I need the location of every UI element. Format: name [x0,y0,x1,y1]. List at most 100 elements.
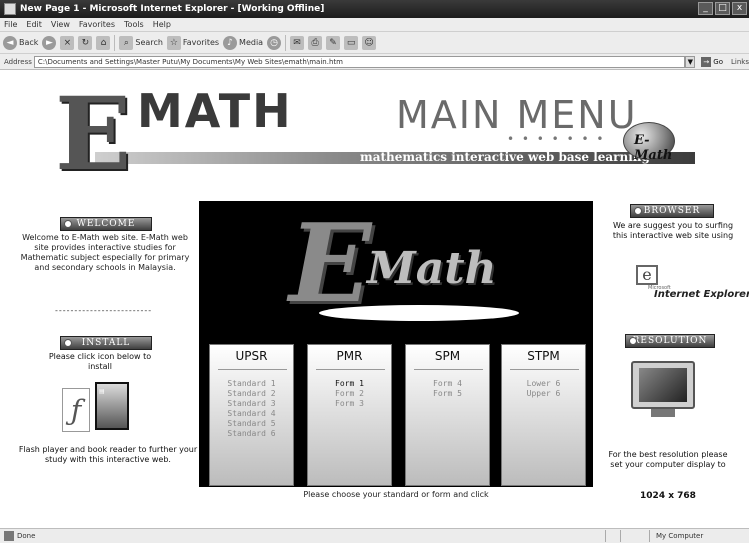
menu-bar: File Edit View Favorites Tools Help [0,18,749,32]
level-item[interactable]: Standard 1 [210,379,293,389]
internet-explorer-logo[interactable]: e Microsoft Internet Explorer [620,265,749,301]
discuss-button[interactable]: ▭ [344,35,359,50]
level-items: Lower 6 Upper 6 [502,379,585,399]
menu-help[interactable]: Help [153,20,171,29]
ie-app-icon [4,3,16,15]
menu-edit[interactable]: Edit [26,20,42,29]
resolution-label: RESOLUTION [632,336,708,346]
level-item[interactable]: Form 3 [308,399,391,409]
search-button[interactable]: ⌕ Search [119,35,163,50]
level-divider [510,369,579,370]
star-icon: ☆ [166,35,181,50]
level-item[interactable]: Standard 6 [210,429,293,439]
welcome-label: WELCOME [76,219,136,229]
level-title: SPM [434,349,461,363]
page-title: MAIN MENU [396,93,638,137]
favorites-label: Favorites [182,38,220,47]
level-card-upsr[interactable]: UPSR Standard 1 Standard 2 Standard 3 Stand… [209,344,294,486]
menu-tools[interactable]: Tools [124,20,144,29]
go-button[interactable]: → Go [701,56,724,67]
level-items: Standard 1 Standard 2 Standard 3 Standard 4… [210,379,293,439]
forward-button[interactable]: ► [42,35,57,50]
window-title: New Page 1 - Microsoft Internet Explorer… [20,4,325,14]
level-item[interactable]: Form 4 [406,379,489,389]
monitor-stand [651,409,675,417]
browser-text: We are suggest you to surfing this inter… [612,221,734,240]
maximize-button[interactable]: □ [715,2,730,15]
back-arrow-icon: ◄ [3,35,17,50]
messenger-button[interactable]: ☺ [362,35,377,50]
forward-arrow-icon: ► [42,35,57,50]
bullet-icon [64,339,72,347]
level-title: PMR [336,349,363,363]
install-button[interactable]: INSTALL [60,336,152,350]
mail-button[interactable]: ✉ [290,35,305,50]
level-card-spm[interactable]: SPM Form 4 Form 5 [405,344,490,486]
browser-label: BROWSER [643,206,701,216]
level-item[interactable]: Upper 6 [502,389,585,399]
book-reader-icon[interactable]: ▤ [95,382,129,430]
install-note: Flash player and book reader to further … [18,445,198,464]
minimize-button[interactable]: _ [698,2,713,15]
level-card-stpm[interactable]: STPM Lower 6 Upper 6 [501,344,586,486]
print-icon: ⎙ [308,35,323,50]
emath-badge-logo: E-Math [623,122,675,163]
big-logo-math: Math [367,243,497,294]
level-item[interactable]: Form 1 [308,379,391,389]
page-viewport: E MATH MAIN MENU • • • • • • • mathemati… [0,70,749,528]
level-item[interactable]: Standard 5 [210,419,293,429]
home-button[interactable]: ⌂ [96,35,111,50]
back-label: Back [19,38,39,47]
back-button[interactable]: ◄ Back [3,35,39,50]
go-arrow-icon: → [701,56,712,67]
ie-label: Internet Explorer [654,289,749,300]
standard-toolbar: ◄ Back ► × ↻ ⌂ ⌕ Search ☆ Favorites ♪ Me… [0,32,749,54]
header-logo-e: E [55,75,131,193]
welcome-button[interactable]: WELCOME [60,217,152,231]
close-button[interactable]: x [732,2,747,15]
go-label: Go [713,57,724,66]
monitor-icon [631,361,695,421]
home-icon: ⌂ [96,35,111,50]
stop-button[interactable]: × [60,35,75,50]
bullet-icon [64,220,72,228]
browser-button[interactable]: BROWSER [630,204,714,218]
history-icon: ◷ [267,35,282,50]
menu-file[interactable]: File [4,20,17,29]
level-item[interactable]: Standard 3 [210,399,293,409]
window-controls: _ □ x [698,2,747,15]
level-item[interactable]: Lower 6 [502,379,585,389]
print-button[interactable]: ⎙ [308,35,323,50]
toolbar-separator [114,34,116,51]
level-item[interactable]: Standard 4 [210,409,293,419]
level-items: Form 4 Form 5 [406,379,489,399]
address-dropdown-button[interactable]: ▼ [685,55,696,68]
menu-favorites[interactable]: Favorites [79,20,115,29]
menu-view[interactable]: View [51,20,70,29]
refresh-button[interactable]: ↻ [78,35,93,50]
level-card-pmr[interactable]: PMR Form 1 Form 2 Form 3 [307,344,392,486]
level-item[interactable]: Standard 2 [210,389,293,399]
level-title: STPM [527,349,560,363]
media-button[interactable]: ♪ Media [223,35,263,50]
search-label: Search [135,38,163,47]
status-cell [620,530,634,542]
title-bar: New Page 1 - Microsoft Internet Explorer… [0,0,749,18]
address-input[interactable]: C:\Documents and Settings\Master Putu\My… [33,55,686,68]
level-items: Form 1 Form 2 Form 3 [308,379,391,409]
level-divider [316,369,385,370]
resolution-button[interactable]: RESOLUTION [625,334,715,348]
edit-button[interactable]: ✎ [326,35,341,50]
level-item[interactable]: Form 2 [308,389,391,399]
messenger-icon: ☺ [362,35,377,50]
header-tagline: mathematics interactive web base learnin… [360,150,650,164]
level-item[interactable]: Form 5 [406,389,489,399]
address-bar: Address C:\Documents and Settings\Master… [0,54,749,70]
flash-player-icon[interactable]: ƒ [62,388,90,432]
resolution-value: 1024 x 768 [640,491,696,501]
left-divider: ------------------------- [55,306,153,315]
history-button[interactable]: ◷ [267,35,282,50]
discuss-icon: ▭ [344,35,359,50]
links-button[interactable]: Links [731,58,749,66]
favorites-button[interactable]: ☆ Favorites [166,35,220,50]
